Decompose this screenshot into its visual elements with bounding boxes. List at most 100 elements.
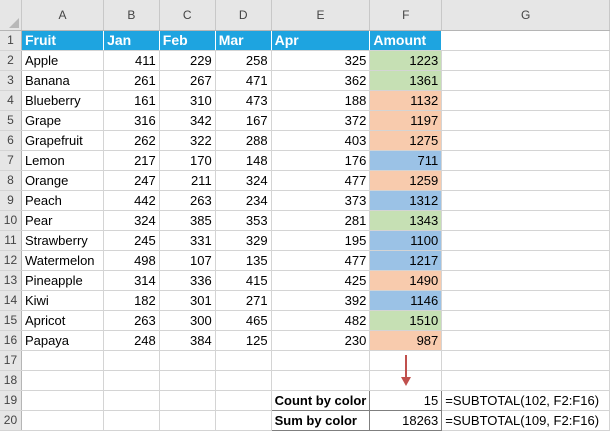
cell[interactable] [441, 250, 610, 271]
select-all-corner[interactable] [0, 0, 22, 31]
apr-cell[interactable]: 325 [271, 50, 371, 71]
apr-cell[interactable]: 477 [271, 170, 371, 191]
cell[interactable] [271, 370, 371, 391]
amount-cell[interactable]: 1361 [369, 70, 443, 91]
feb-cell[interactable]: 322 [159, 130, 216, 151]
feb-cell[interactable]: 300 [159, 310, 216, 331]
jan-cell[interactable]: 324 [103, 210, 160, 231]
fruit-cell[interactable]: Apricot [21, 310, 105, 331]
row-header[interactable]: 13 [0, 270, 22, 291]
mar-cell[interactable]: 324 [215, 170, 272, 191]
jan-cell[interactable]: 262 [103, 130, 160, 151]
header-cell-feb[interactable]: Feb [159, 30, 216, 51]
cell[interactable] [103, 350, 160, 371]
mar-cell[interactable]: 465 [215, 310, 272, 331]
mar-cell[interactable]: 234 [215, 190, 272, 211]
mar-cell[interactable]: 353 [215, 210, 272, 231]
amount-cell[interactable]: 1197 [369, 110, 443, 131]
row-header[interactable]: 9 [0, 190, 22, 211]
row-header[interactable]: 11 [0, 230, 22, 251]
fruit-cell[interactable]: Pear [21, 210, 105, 231]
cell[interactable] [215, 410, 272, 431]
amount-cell[interactable]: 987 [369, 330, 443, 351]
cell[interactable] [441, 170, 610, 191]
amount-cell[interactable]: 711 [369, 150, 443, 171]
cell[interactable] [441, 210, 610, 231]
count-by-color-formula[interactable]: =SUBTOTAL(102, F2:F16) [441, 390, 610, 411]
mar-cell[interactable]: 471 [215, 70, 272, 91]
jan-cell[interactable]: 263 [103, 310, 160, 331]
jan-cell[interactable]: 161 [103, 90, 160, 111]
mar-cell[interactable]: 271 [215, 290, 272, 311]
cell[interactable] [159, 410, 216, 431]
feb-cell[interactable]: 310 [159, 90, 216, 111]
row-header[interactable]: 7 [0, 150, 22, 171]
cell[interactable] [441, 330, 610, 351]
cell[interactable] [21, 410, 105, 431]
column-header-a[interactable]: A [21, 0, 105, 31]
apr-cell[interactable]: 188 [271, 90, 371, 111]
header-cell-amount[interactable]: Amount [369, 30, 443, 51]
cell[interactable] [441, 30, 610, 51]
mar-cell[interactable]: 329 [215, 230, 272, 251]
cell[interactable] [159, 350, 216, 371]
feb-cell[interactable]: 342 [159, 110, 216, 131]
amount-cell[interactable]: 1312 [369, 190, 443, 211]
amount-cell[interactable]: 1217 [369, 250, 443, 271]
mar-cell[interactable]: 167 [215, 110, 272, 131]
cell[interactable] [271, 350, 371, 371]
cell[interactable] [441, 370, 610, 391]
column-header-d[interactable]: D [215, 0, 272, 31]
apr-cell[interactable]: 176 [271, 150, 371, 171]
mar-cell[interactable]: 473 [215, 90, 272, 111]
cell[interactable] [103, 370, 160, 391]
jan-cell[interactable]: 182 [103, 290, 160, 311]
row-header[interactable]: 18 [0, 370, 22, 391]
cell[interactable] [215, 390, 272, 411]
sum-by-color-formula[interactable]: =SUBTOTAL(109, F2:F16) [441, 410, 610, 431]
mar-cell[interactable]: 258 [215, 50, 272, 71]
header-cell-apr[interactable]: Apr [271, 30, 371, 51]
jan-cell[interactable]: 316 [103, 110, 160, 131]
feb-cell[interactable]: 170 [159, 150, 216, 171]
row-header[interactable]: 19 [0, 390, 22, 411]
fruit-cell[interactable]: Papaya [21, 330, 105, 351]
cell[interactable] [21, 370, 105, 391]
row-header[interactable]: 2 [0, 50, 22, 71]
cell[interactable] [441, 110, 610, 131]
cell[interactable] [21, 350, 105, 371]
jan-cell[interactable]: 261 [103, 70, 160, 91]
cell[interactable] [441, 50, 610, 71]
apr-cell[interactable]: 372 [271, 110, 371, 131]
row-header[interactable]: 8 [0, 170, 22, 191]
row-header[interactable]: 1 [0, 30, 22, 51]
fruit-cell[interactable]: Watermelon [21, 250, 105, 271]
sum-by-color-value[interactable]: 18263 [369, 410, 443, 431]
apr-cell[interactable]: 425 [271, 270, 371, 291]
row-header[interactable]: 14 [0, 290, 22, 311]
amount-cell[interactable]: 1343 [369, 210, 443, 231]
feb-cell[interactable]: 336 [159, 270, 216, 291]
feb-cell[interactable]: 107 [159, 250, 216, 271]
cell[interactable] [441, 150, 610, 171]
jan-cell[interactable]: 217 [103, 150, 160, 171]
header-cell-mar[interactable]: Mar [215, 30, 272, 51]
amount-cell[interactable]: 1223 [369, 50, 443, 71]
header-cell-fruit[interactable]: Fruit [21, 30, 105, 51]
feb-cell[interactable]: 229 [159, 50, 216, 71]
column-header-g[interactable]: G [441, 0, 610, 31]
cell[interactable] [103, 410, 160, 431]
jan-cell[interactable]: 498 [103, 250, 160, 271]
apr-cell[interactable]: 230 [271, 330, 371, 351]
fruit-cell[interactable]: Lemon [21, 150, 105, 171]
cell[interactable] [441, 70, 610, 91]
mar-cell[interactable]: 288 [215, 130, 272, 151]
jan-cell[interactable]: 248 [103, 330, 160, 351]
fruit-cell[interactable]: Apple [21, 50, 105, 71]
cell[interactable] [441, 130, 610, 151]
jan-cell[interactable]: 411 [103, 50, 160, 71]
row-header[interactable]: 4 [0, 90, 22, 111]
fruit-cell[interactable]: Grapefruit [21, 130, 105, 151]
cell[interactable] [159, 390, 216, 411]
column-header-f[interactable]: F [369, 0, 443, 31]
